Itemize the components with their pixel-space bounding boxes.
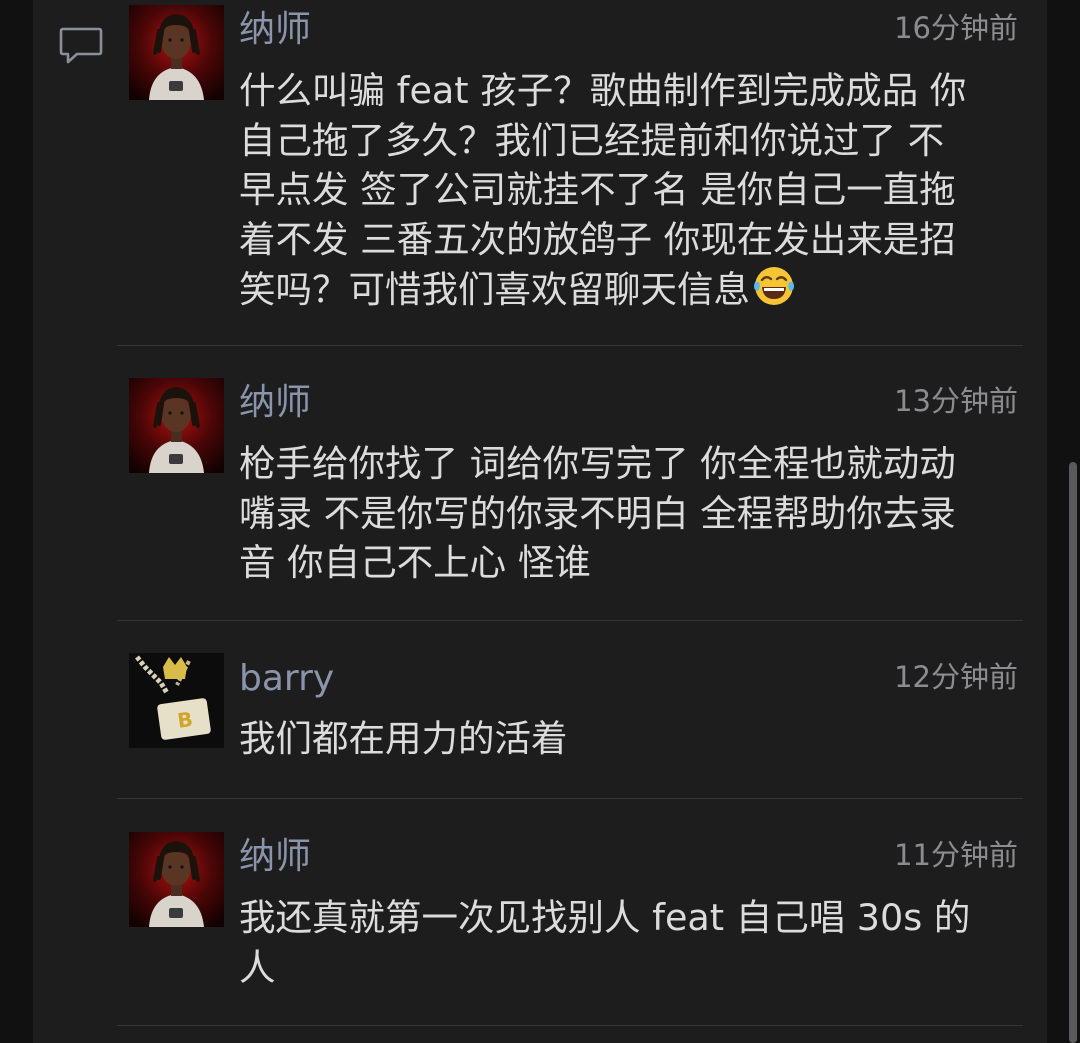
comment-line-last: 笑吗？可惜我们喜欢留聊天信息 (239, 264, 1034, 315)
comment-line: 什么叫骗 feat 孩子？歌曲制作到完成成品 你 (239, 69, 967, 112)
comment-text: 枪手给你找了 词给你写完了 你全程也就动动 嘴录 不是你写的你录不明白 全程帮助… (239, 439, 1034, 588)
comment-line: 嘴录 不是你写的你录不明白 全程帮助你去录 (239, 491, 956, 535)
comment-line: 音 你自己不上心 怪谁 (239, 541, 591, 584)
username[interactable]: 纳师 (239, 381, 311, 425)
comment-line: 着不发 三番五次的放鸽子 你现在发出来是招 (239, 217, 956, 261)
divider (117, 345, 1023, 346)
timestamp: 12分钟前 (894, 660, 1018, 694)
comment-text: 什么叫骗 feat 孩子？歌曲制作到完成成品 你 自己拖了多久？我们已经提前和你… (239, 66, 1034, 315)
comment-line: 我们都在用力的活着 (239, 717, 568, 760)
username[interactable]: barry (239, 657, 334, 701)
comment-text: 我还真就第一次见找别人 feat 自己唱 30s 的 人 (239, 893, 1034, 992)
divider (117, 798, 1023, 799)
tears-of-joy-emoji-icon (754, 267, 794, 305)
avatar[interactable] (129, 378, 224, 473)
avatar-dreadlocks-figure (129, 378, 224, 473)
avatar-gold-chain-pendant: B (129, 653, 224, 748)
comment-line: 枪手给你找了 词给你写完了 你全程也就动动 (239, 442, 956, 485)
username[interactable]: 纳师 (239, 8, 311, 52)
timestamp: 13分钟前 (894, 384, 1018, 418)
avatar-dreadlocks-figure (129, 5, 224, 100)
username[interactable]: 纳师 (239, 835, 311, 879)
avatar[interactable] (129, 5, 224, 100)
divider (117, 1025, 1023, 1026)
comment-line: 笑吗？可惜我们喜欢留聊天信息 (239, 268, 750, 311)
comment-line: 我还真就第一次见找别人 feat 自己唱 30s 的 (239, 896, 971, 939)
comment-line: 人 (239, 945, 276, 989)
comment-line: 早点发 签了公司就挂不了名 是你自己一直拖 (239, 168, 956, 211)
timestamp: 16分钟前 (894, 11, 1018, 45)
avatar[interactable] (129, 832, 224, 927)
timestamp: 11分钟前 (894, 838, 1018, 872)
comment-screen: 纳师 16分钟前 什么叫骗 feat 孩子？歌曲制作到完成成品 你 自己拖了多久… (0, 0, 1080, 1043)
divider (117, 620, 1023, 621)
scrollbar-thumb[interactable] (1069, 462, 1077, 1043)
comment-text: 我们都在用力的活着 (239, 714, 1034, 764)
comment-line: 自己拖了多久？我们已经提前和你说过了 不 (239, 118, 945, 162)
avatar[interactable]: B (129, 653, 224, 748)
comment-bubble-icon[interactable] (58, 25, 104, 67)
avatar-dreadlocks-figure (129, 832, 224, 927)
